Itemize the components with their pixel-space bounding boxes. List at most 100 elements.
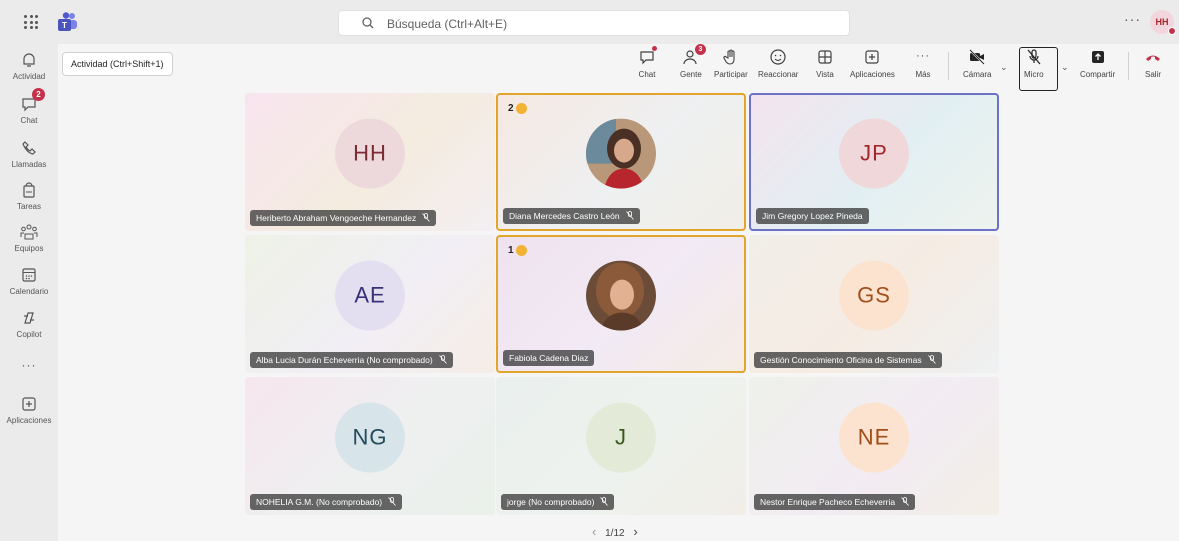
grid-view-icon: [818, 50, 832, 64]
more-icon: ···: [21, 358, 37, 372]
settings-more-icon[interactable]: ···: [1124, 11, 1141, 27]
participant-tile[interactable]: NG NOHELIA G.M. (No comprobado): [245, 377, 495, 515]
avatar: HH: [335, 118, 405, 189]
toolbar-divider: [948, 52, 949, 80]
avatar-initials: JP: [860, 140, 888, 166]
camera-options-chevron-icon[interactable]: ⌄: [1000, 62, 1008, 73]
participant-name-label: Heriberto Abraham Vengoeche Hernandez: [250, 210, 437, 226]
avatar-initials: J: [615, 424, 627, 450]
toolbar-react-label: Reaccionar: [758, 70, 799, 79]
participant-tile[interactable]: J jorge (No comprobado): [496, 377, 746, 515]
rail-item-chat[interactable]: 2 Chat: [0, 88, 58, 125]
toolbar-view-button[interactable]: Vista: [816, 48, 834, 79]
chat-icon-wrap: 2: [19, 88, 45, 114]
hang-up-icon: [1146, 55, 1160, 61]
rail-item-more[interactable]: ···: [0, 356, 58, 372]
participant-name: jorge (No comprobado): [507, 497, 595, 507]
avatar-initials: HH: [1155, 17, 1169, 27]
chat-notification-dot: [652, 46, 657, 51]
toolbar-share-label: Compartir: [1080, 70, 1116, 79]
gallery-pager: ‹ 1/12 ›: [592, 524, 638, 539]
search-input[interactable]: Búsqueda (Ctrl+Alt+E): [338, 10, 850, 36]
mic-off-icon: [422, 213, 431, 222]
participant-name: Gestión Conocimiento Oficina de Sistemas: [760, 355, 922, 365]
avatar-initials: HH: [353, 140, 387, 166]
toolbar-divider: [1128, 52, 1129, 80]
participant-tile[interactable]: 1 Fabiola Cadena Diaz: [496, 235, 746, 373]
phone-icon: [22, 141, 36, 155]
toolbar-raise-label: Participar: [714, 70, 748, 79]
person-photo-icon: [586, 260, 656, 331]
rail-label-calls: Llamadas: [11, 160, 47, 169]
rail-item-apps[interactable]: Aplicaciones: [0, 394, 58, 425]
participant-tile[interactable]: GS Gestión Conocimiento Oficina de Siste…: [749, 235, 999, 373]
toolbar-more-button[interactable]: ··· Más: [914, 48, 932, 79]
participant-name: Fabiola Cadena Diaz: [509, 353, 589, 363]
previous-page-chevron-icon[interactable]: ‹: [592, 524, 596, 539]
participant-tile[interactable]: AE Alba Lucia Durán Echeverria (No compr…: [245, 235, 495, 373]
mic-options-chevron-icon[interactable]: ⌄: [1061, 62, 1069, 73]
participant-name: Heriberto Abraham Vengoeche Hernandez: [256, 213, 417, 223]
rail-item-tasks[interactable]: Tareas: [0, 180, 58, 211]
participant-name-label: Jim Gregory Lopez Pineda: [756, 208, 869, 224]
rail-item-teams[interactable]: Equipos: [0, 222, 58, 253]
rail-item-copilot[interactable]: Copilot: [0, 308, 58, 339]
rail-label-tasks: Tareas: [16, 202, 41, 211]
participant-name-label: Fabiola Cadena Diaz: [503, 350, 595, 366]
share-screen-icon: [1091, 51, 1104, 63]
avatar-initials: AE: [354, 282, 386, 308]
presence-status-icon: [1168, 27, 1176, 35]
teams-logo-icon: T: [58, 12, 77, 31]
person-photo-icon: [586, 118, 656, 189]
avatar: J: [586, 402, 656, 473]
avatar-initials: NG: [352, 424, 388, 450]
participant-name: Alba Lucia Durán Echeverria (No comproba…: [256, 355, 433, 365]
toolbar-more-label: Más: [915, 70, 931, 79]
rail-item-calendar[interactable]: Calendario: [0, 265, 58, 296]
participant-name-label: Alba Lucia Durán Echeverria (No comproba…: [250, 352, 453, 368]
user-avatar[interactable]: HH: [1150, 10, 1176, 35]
toolbar-raise-hand-button[interactable]: Participar: [714, 48, 748, 79]
participant-photo: [586, 118, 656, 189]
participant-name-label: jorge (No comprobado): [501, 494, 615, 510]
rail-label-chat: Chat: [20, 116, 38, 125]
toolbar-react-button[interactable]: Reaccionar: [758, 48, 798, 79]
avatar: GS: [839, 260, 909, 331]
participant-name-label: Gestión Conocimiento Oficina de Sistemas: [754, 352, 942, 368]
toolbar-camera-button[interactable]: Cámara: [963, 48, 991, 79]
toolbar-people-button[interactable]: 3 Gente: [680, 44, 706, 79]
toolbar-chat-button[interactable]: Chat: [638, 46, 657, 79]
rail-label-activity: Actividad: [12, 72, 46, 81]
meeting-toolbar: Chat 3 Gente Participar Reaccionar Vista…: [58, 44, 1179, 92]
rail-label-calendar: Calendario: [9, 287, 49, 296]
toolbar-apps-button[interactable]: Aplicaciones: [850, 48, 895, 79]
participant-tile[interactable]: HH Heriberto Abraham Vengoeche Hernandez: [245, 93, 495, 231]
raised-hand-indicator: 2: [508, 103, 527, 114]
participant-tile[interactable]: NE Nestor Enrique Pacheco Echeverria: [749, 377, 999, 515]
page-indicator: 1/12: [605, 528, 625, 539]
avatar: JP: [839, 118, 909, 189]
participant-photo: [586, 260, 656, 331]
hand-order: 1: [508, 245, 514, 256]
participant-tile[interactable]: 2 Diana Mercedes Castro León: [496, 93, 746, 231]
participant-name: Jim Gregory Lopez Pineda: [762, 211, 863, 221]
rail-item-activity[interactable]: Actividad: [0, 50, 58, 81]
mic-off-icon: [438, 355, 447, 364]
search-placeholder: Búsqueda (Ctrl+Alt+E): [387, 17, 508, 31]
chat-icon-wrap-tb: [638, 46, 657, 66]
people-count-badge: 3: [694, 44, 706, 55]
toolbar-leave-button[interactable]: Salir: [1144, 48, 1162, 79]
participant-name-label: NOHELIA G.M. (No comprobado): [250, 494, 403, 510]
rail-item-calls[interactable]: Llamadas: [0, 138, 58, 169]
toolbar-apps-label: Aplicaciones: [850, 70, 895, 79]
participant-tile[interactable]: JP Jim Gregory Lopez Pineda: [749, 93, 999, 231]
people-icon-wrap: 3: [682, 44, 706, 66]
toolbar-share-button[interactable]: Compartir: [1080, 48, 1115, 79]
apps-icon: [22, 397, 36, 411]
toolbar-camera-label: Cámara: [963, 70, 992, 79]
tasks-icon: [23, 182, 35, 198]
next-page-chevron-icon[interactable]: ›: [633, 524, 637, 539]
participant-name: Diana Mercedes Castro León: [509, 211, 620, 221]
raise-hand-icon: [723, 49, 735, 65]
app-launcher-icon[interactable]: [24, 15, 38, 29]
